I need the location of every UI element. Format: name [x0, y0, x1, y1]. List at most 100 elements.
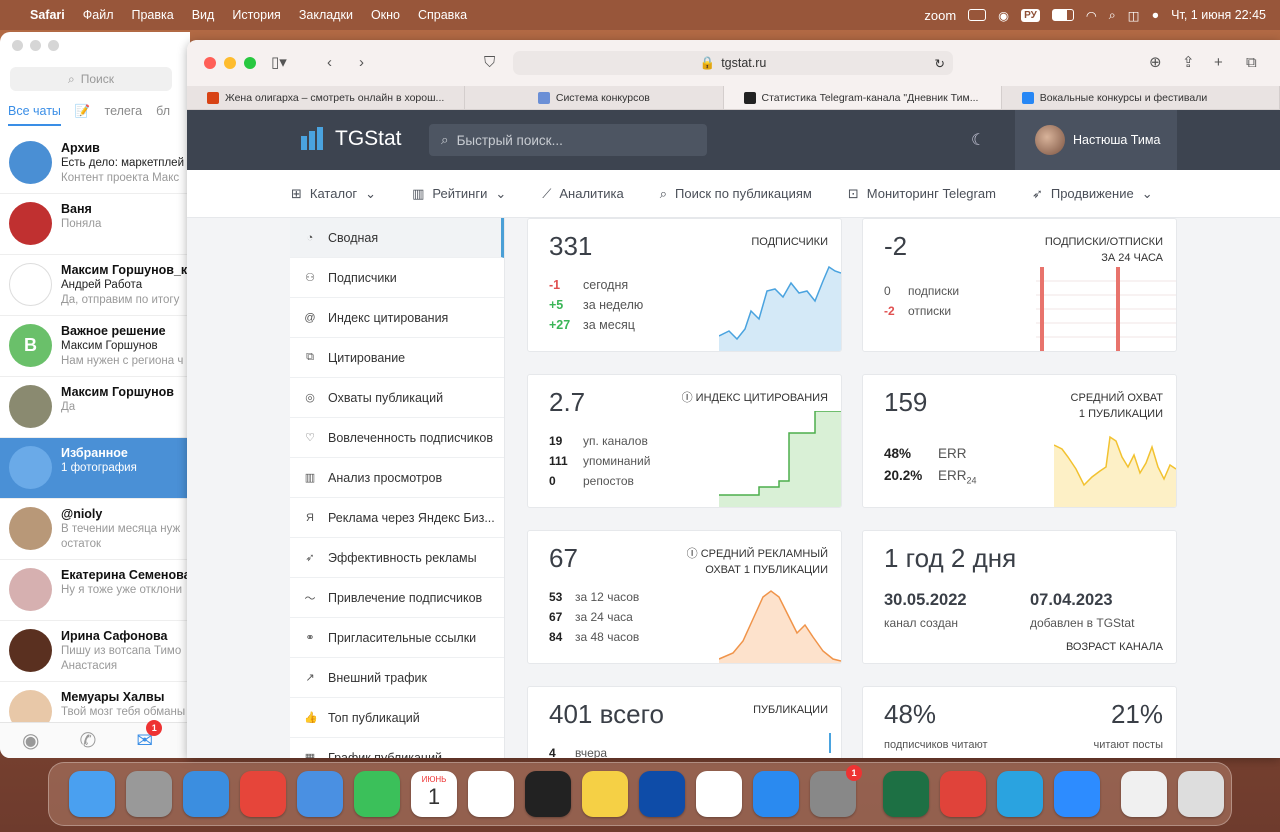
side-menu-item[interactable]: Я Реклама через Яндекс Биз... — [290, 498, 504, 538]
spotlight-search-icon[interactable]: ⌕ — [1109, 8, 1116, 23]
reload-icon[interactable]: ↻ — [935, 56, 945, 71]
citation-index-card[interactable]: 2.7 ⓘ ИНДЕКС ЦИТИРОВАНИЯ 19 уп. каналов 1… — [527, 374, 842, 508]
anydesk-icon[interactable] — [940, 771, 986, 817]
side-menu-item[interactable]: ◔ Сводная — [290, 218, 504, 258]
side-menu-item[interactable]: ⧉ Цитирование — [290, 338, 504, 378]
user-menu[interactable]: Настюша Тима — [1015, 110, 1177, 170]
tab-bl[interactable]: бл — [156, 104, 170, 126]
tab-vocal-contests[interactable]: Вокальные конкурсы и фестивали — [1002, 86, 1280, 109]
side-menu-item[interactable]: 👍 Топ публикаций — [290, 698, 504, 738]
battery-icon[interactable] — [1051, 9, 1074, 21]
zoom-window-icon[interactable] — [244, 57, 256, 69]
sidebar-toggle-icon[interactable]: ▯▾ — [271, 54, 287, 72]
posts-card[interactable]: 401 всего ПУБЛИКАЦИИ 4 вчера — [527, 686, 842, 758]
chat-item[interactable]: Ирина Сафонова Пишу из вотсапа Тимо Анаста… — [0, 621, 190, 682]
tab-telega[interactable]: телега — [105, 104, 143, 126]
side-menu-item[interactable]: 〜 Привлечение подписчиков — [290, 578, 504, 618]
tab-wife-oligarch[interactable]: Жена олигарха – смотреть онлайн в хорош.… — [187, 86, 466, 109]
channel-age-card[interactable]: 1 год 2 дня 30.05.2022 канал создан 07.0… — [862, 530, 1177, 664]
folder-emoji-icon[interactable]: 📝 — [75, 104, 91, 126]
menu-file[interactable]: Файл — [83, 8, 114, 22]
wifi-icon[interactable]: ◠ — [1086, 8, 1097, 23]
chats-icon[interactable]: ✉ 1 — [136, 720, 163, 753]
side-menu-item[interactable]: ➶ Эффективность рекламы — [290, 538, 504, 578]
menu-app-name[interactable]: Safari — [30, 8, 65, 22]
chat-item[interactable]: Архив Есть дело: маркетплей Контент проект… — [0, 133, 190, 194]
nav-analytics[interactable]: ⟋ Аналитика — [542, 186, 623, 202]
downloads-icon[interactable]: ⊕ — [1149, 54, 1162, 72]
trash-icon[interactable] — [1178, 771, 1224, 817]
chat-item[interactable]: В Важное решение Максим Горшунов Нам нужен … — [0, 316, 190, 377]
side-menu-item[interactable]: ⚭ Пригласительные ссылки — [290, 618, 504, 658]
tab-all-chats[interactable]: Все чаты — [8, 104, 61, 126]
nav-promotion[interactable]: ➶ Продвижение ⌄ — [1032, 186, 1153, 202]
close-window-icon[interactable] — [204, 57, 216, 69]
minimize-window-icon[interactable] — [224, 57, 236, 69]
screen-status-icon[interactable] — [968, 9, 987, 21]
chat-item[interactable]: Ваня Поняла — [0, 194, 190, 255]
minimize-window-icon[interactable] — [30, 40, 41, 51]
tgstat-logo[interactable]: TGStat — [299, 126, 402, 152]
side-menu-item[interactable]: ↗ Внешний трафик — [290, 658, 504, 698]
close-window-icon[interactable] — [12, 40, 23, 51]
excel-icon[interactable] — [883, 771, 929, 817]
back-icon[interactable]: ‹ — [327, 54, 332, 72]
chat-item[interactable]: Максим Горшунов_кт Андрей Работа Да, отпра… — [0, 255, 190, 316]
nav-monitoring[interactable]: ⊡ Мониторинг Telegram — [848, 186, 996, 202]
chat-item[interactable]: @nioly В течении месяца нуж остаток — [0, 499, 190, 560]
calls-icon[interactable]: ✆ — [79, 728, 96, 753]
system-settings-icon[interactable]: 1 — [810, 765, 862, 817]
tab-contest-system[interactable]: Система конкурсов — [465, 86, 724, 109]
info-icon[interactable]: ⓘ — [682, 392, 696, 404]
zoom-status-icon[interactable]: zoom — [924, 8, 956, 23]
clock[interactable]: Чт, 1 июня 22:45 — [1171, 8, 1266, 22]
readers-card[interactable]: 48% 21% подписчиков читают читают посты — [862, 686, 1177, 758]
side-menu-item[interactable]: ▥ Анализ просмотров — [290, 458, 504, 498]
calendar-icon[interactable]: ИЮНЬ 1 — [411, 771, 457, 817]
nav-ratings[interactable]: ▥ Рейтинги ⌄ — [412, 186, 506, 202]
notification-status-icon[interactable]: ◉ — [998, 8, 1009, 23]
quick-search-input[interactable]: ⌕ Быстрый поиск... — [429, 124, 707, 156]
new-tab-icon[interactable]: + — [1214, 54, 1223, 72]
chat-search-input[interactable]: ⌕ Поиск — [10, 67, 172, 91]
mission-control-icon[interactable] — [525, 771, 571, 817]
input-language-icon[interactable]: РУ — [1021, 8, 1040, 22]
address-bar[interactable]: 🔒 tgstat.ru ↻ — [513, 51, 953, 75]
freeform-icon[interactable] — [696, 771, 742, 817]
side-menu-item[interactable]: ◎ Охваты публикаций — [290, 378, 504, 418]
menu-edit[interactable]: Правка — [131, 8, 173, 22]
teamviewer-icon[interactable] — [639, 771, 685, 817]
menu-bookmarks[interactable]: Закладки — [299, 8, 353, 22]
side-menu-item[interactable]: @ Индекс цитирования — [290, 298, 504, 338]
privacy-shield-icon[interactable]: ⛉ — [484, 54, 495, 72]
average-reach-card[interactable]: 159 СРЕДНИЙ ОХВАТ 1 ПУБЛИКАЦИИ 48% ERR 20.… — [862, 374, 1177, 508]
menu-history[interactable]: История — [232, 8, 280, 22]
tab-tgstat[interactable]: Статистика Telegram-канала "Дневник Тим.… — [723, 86, 1002, 109]
chat-item[interactable]: Екатерина Семенова Ну я тоже уже отклони — [0, 560, 190, 621]
sub-unsub-card[interactable]: -2 ПОДПИСКИ/ОТПИСКИ ЗА 24 ЧАСА 0 подписки … — [862, 218, 1177, 352]
nav-catalog[interactable]: ⊞ Каталог ⌄ — [291, 186, 376, 202]
telegram-icon[interactable] — [997, 771, 1043, 817]
app-store-icon[interactable] — [753, 771, 799, 817]
side-menu-item[interactable]: ▦ График публикаций — [290, 738, 504, 759]
finder-icon[interactable] — [69, 771, 115, 817]
chat-item[interactable]: Максим Горшунов Да — [0, 377, 190, 438]
side-menu-item[interactable]: ♡ Вовлеченность подписчиков — [290, 418, 504, 458]
dark-mode-icon[interactable]: ☾ — [971, 130, 985, 150]
nav-post-search[interactable]: ⌕ Поиск по публикациям — [660, 186, 812, 202]
info-icon[interactable]: ⓘ — [687, 548, 701, 560]
ad-reach-card[interactable]: 67 ⓘ СРЕДНИЙ РЕКЛАМНЫЙ ОХВАТ 1 ПУБЛИКАЦИИ… — [527, 530, 842, 664]
siri-icon[interactable]: ● — [1152, 8, 1160, 22]
forward-icon[interactable]: › — [359, 54, 364, 72]
zoom-icon[interactable] — [1054, 771, 1100, 817]
safari-icon[interactable] — [183, 771, 229, 817]
zoom-window-icon[interactable] — [48, 40, 59, 51]
reminders-icon[interactable] — [468, 771, 514, 817]
contacts-icon[interactable]: ◉ — [22, 728, 39, 753]
downloads-stack-icon[interactable] — [1121, 771, 1167, 817]
control-center-icon[interactable]: ◫ — [1128, 8, 1140, 23]
subscribers-card[interactable]: 331 ПОДПИСЧИКИ -1 сегодня +5 за неделю +27… — [527, 218, 842, 352]
chat-item[interactable]: Избранное 1 фотография — [0, 438, 190, 499]
menu-window[interactable]: Окно — [371, 8, 400, 22]
mail-icon[interactable] — [297, 771, 343, 817]
